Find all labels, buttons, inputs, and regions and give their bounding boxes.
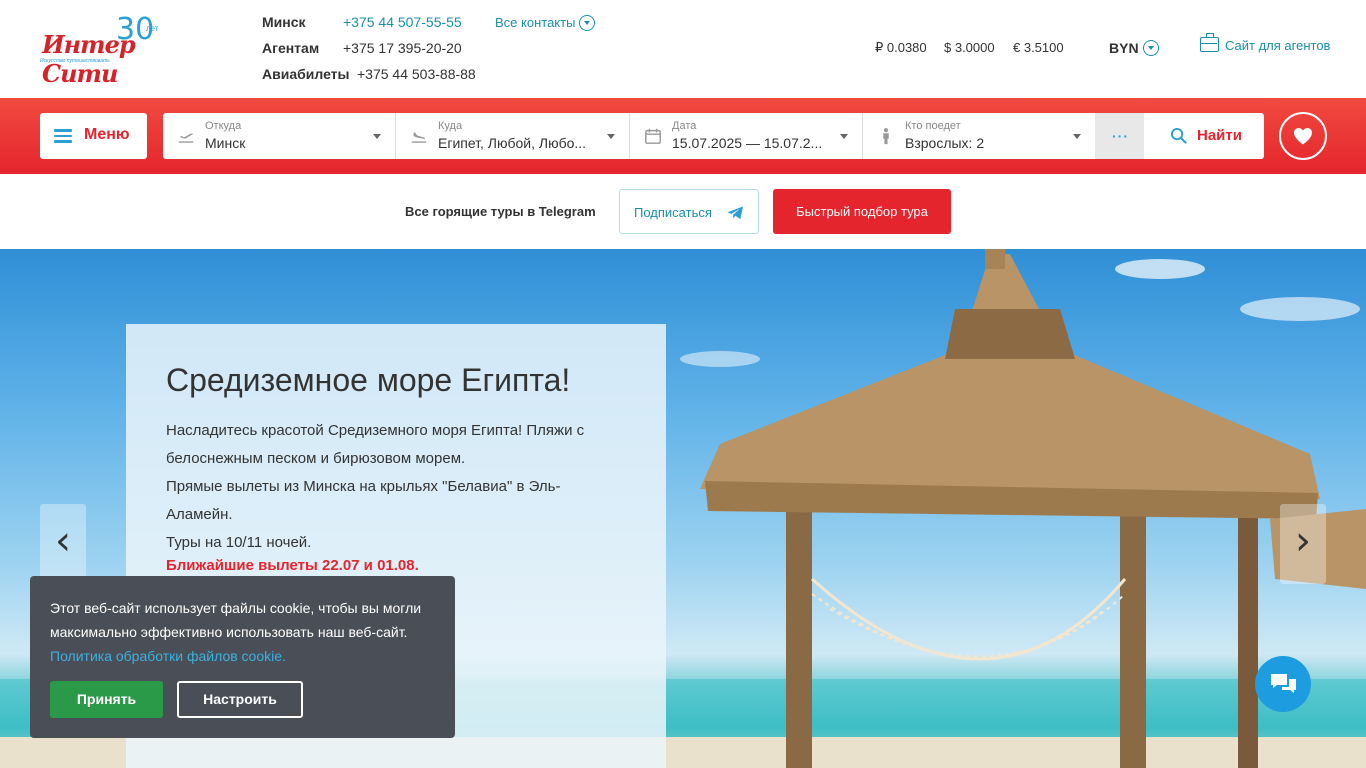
hero-title: Средиземное море Египта! — [166, 362, 571, 398]
cookie-text: Этот веб-сайт использует файлы cookie, ч… — [50, 596, 435, 668]
caret-down-icon — [840, 134, 848, 139]
heart-icon — [1294, 128, 1312, 145]
currency-select[interactable]: BYN — [1109, 40, 1159, 57]
caret-down-icon — [607, 134, 615, 139]
logo-anniversary-suffix: лет — [146, 24, 159, 33]
plane-departure-icon — [178, 133, 194, 143]
telegram-strip: Все горящие туры в Telegram Подписаться … — [0, 174, 1366, 249]
top-header: Интер Сити 30 лет Искусство путешествова… — [0, 0, 1366, 98]
menu-button[interactable]: Меню — [40, 113, 147, 159]
contact-phone[interactable]: +375 17 395-20-20 — [343, 40, 462, 56]
date-field[interactable]: Дата 15.07.2025 — 15.07.2... — [630, 113, 863, 159]
more-dots: ··· — [1112, 128, 1129, 144]
hero-description: Насладитесь красотой Средиземного моря Е… — [166, 417, 626, 557]
to-label: Куда — [438, 120, 463, 132]
all-contacts-dropdown[interactable]: Все контакты — [495, 14, 596, 32]
cookie-message: Этот веб-сайт использует файлы cookie, ч… — [50, 600, 422, 640]
hero-line: Прямые вылеты из Минска на крыльях "Бела… — [166, 478, 561, 523]
from-value: Минск — [205, 135, 246, 151]
rate-eur: € 3.5100 — [1013, 40, 1064, 55]
site-logo[interactable]: Интер Сити 30 лет Искусство путешествова… — [38, 12, 180, 88]
search-band: Меню Откуда Минск Куда Египет, Любой, Лю… — [0, 98, 1366, 174]
contact-phone[interactable]: +375 44 507-55-55 — [343, 14, 462, 30]
caret-down-icon — [373, 134, 381, 139]
agents-link-label: Сайт для агентов — [1225, 38, 1331, 53]
menu-label: Меню — [84, 126, 130, 143]
hero-line: Насладитесь красотой Средиземного моря Е… — [166, 422, 585, 467]
hero-line: Туры на 10/11 ночей. — [166, 534, 312, 551]
contact-label: Минск — [262, 14, 306, 30]
from-label: Откуда — [205, 120, 242, 132]
slider-next-button[interactable]: › — [1280, 504, 1326, 584]
hamburger-icon — [54, 129, 72, 143]
cookie-accept-button[interactable]: Принять — [50, 681, 163, 718]
travelers-field[interactable]: Кто поедет Взрослых: 2 — [863, 113, 1095, 159]
contact-phone[interactable]: +375 44 503-88-88 — [357, 66, 476, 82]
rate-rub: ₽ 0.0380 — [875, 40, 927, 55]
to-value: Египет, Любой, Любо... — [438, 135, 587, 151]
plane-arrival-icon — [411, 132, 427, 143]
chevron-left-icon: ‹ — [55, 518, 71, 564]
telegram-icon — [727, 206, 743, 220]
chevron-down-icon — [1142, 40, 1159, 57]
cookie-settings-button[interactable]: Настроить — [177, 681, 303, 718]
logo-tagline: Искусство путешествовать — [40, 58, 110, 64]
travelers-value: Взрослых: 2 — [905, 135, 985, 151]
briefcase-icon — [1200, 33, 1219, 53]
travelers-label: Кто поедет — [905, 120, 961, 132]
quick-tour-pick-button[interactable]: Быстрый подбор тура — [773, 189, 951, 234]
search-icon — [1170, 127, 1187, 144]
slider-prev-button[interactable]: ‹ — [40, 504, 86, 584]
rate-usd: $ 3.0000 — [944, 40, 995, 55]
telegram-label: Все горящие туры в Telegram — [405, 204, 596, 219]
person-icon — [883, 128, 889, 145]
contact-label: Агентам — [262, 40, 320, 56]
quick-pick-label: Быстрый подбор тура — [796, 204, 928, 219]
chevron-down-icon — [579, 14, 596, 31]
date-label: Дата — [672, 120, 697, 132]
hero-highlight: Ближайшие вылеты 22.07 и 01.08. — [166, 557, 419, 574]
find-button[interactable]: Найти — [1144, 113, 1264, 159]
more-options-button[interactable]: ··· — [1095, 113, 1144, 159]
agents-site-link[interactable]: Сайт для агентов — [1200, 33, 1331, 54]
calendar-icon — [645, 128, 661, 144]
telegram-subscribe-button[interactable]: Подписаться — [619, 189, 759, 234]
to-field[interactable]: Куда Египет, Любой, Любо... — [396, 113, 630, 159]
contact-label: Авиабилеты — [262, 66, 350, 82]
currency-value: BYN — [1109, 40, 1139, 56]
find-label: Найти — [1197, 127, 1242, 144]
chat-icon — [1271, 674, 1296, 693]
caret-down-icon — [1073, 134, 1081, 139]
from-field[interactable]: Откуда Минск — [163, 113, 396, 159]
cookie-accept-label: Принять — [76, 691, 137, 707]
subscribe-label: Подписаться — [634, 205, 712, 220]
date-value: 15.07.2025 — 15.07.2... — [672, 135, 823, 151]
chat-button[interactable] — [1255, 656, 1311, 712]
cookie-settings-label: Настроить — [203, 691, 277, 707]
tour-search-form: Откуда Минск Куда Египет, Любой, Любо...… — [163, 113, 1264, 159]
chevron-right-icon: › — [1295, 518, 1311, 564]
cookie-banner: Этот веб-сайт использует файлы cookie, ч… — [30, 576, 455, 738]
cookie-policy-link[interactable]: Политика обработки файлов cookie. — [50, 648, 286, 664]
all-contacts-label: Все контакты — [495, 15, 576, 30]
favorites-button[interactable] — [1279, 112, 1327, 160]
